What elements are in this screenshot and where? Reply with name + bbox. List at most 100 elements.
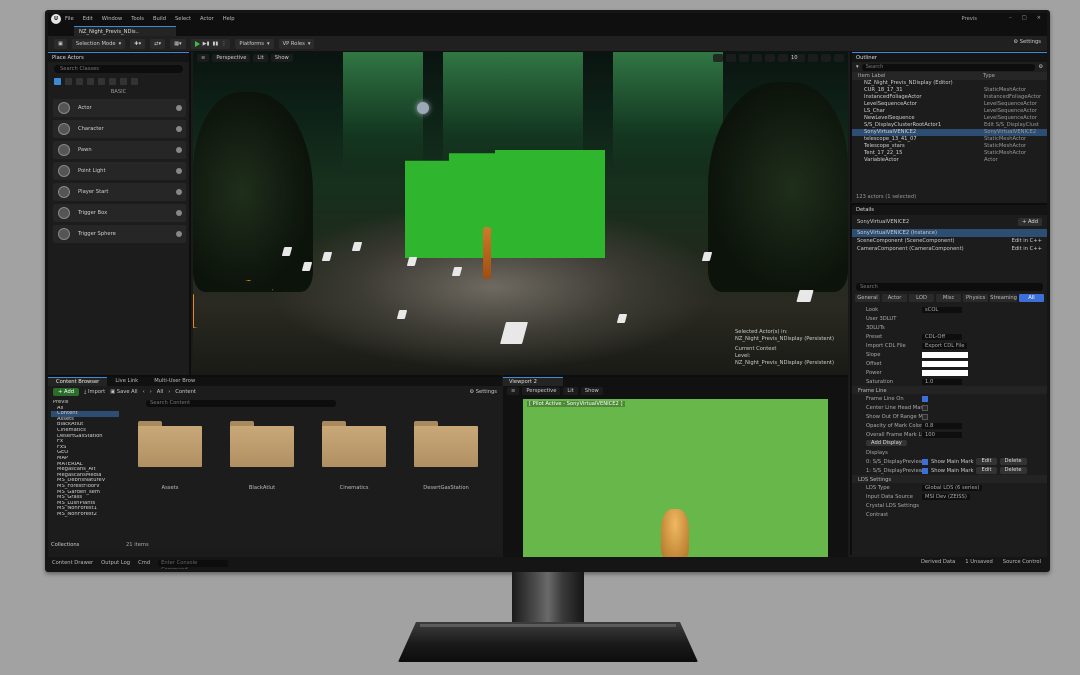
visual-effects-icon[interactable]	[109, 78, 116, 85]
sprite-icon[interactable]	[616, 314, 628, 323]
place-pawn-item[interactable]: Pawn	[53, 141, 186, 159]
property-checkbox[interactable]	[922, 404, 928, 411]
tab-live-link[interactable]: Live Link	[107, 377, 146, 386]
info-icon[interactable]	[176, 231, 182, 237]
viewport-2-lit-button[interactable]: Lit	[563, 387, 578, 395]
path-content[interactable]: Content	[175, 389, 196, 395]
skip-icon[interactable]: ▶▮	[203, 41, 210, 47]
menu-actor[interactable]: Actor	[200, 16, 214, 22]
blueprint-icon[interactable]: ⇄▾	[150, 38, 166, 49]
outliner-row[interactable]: Telescope_stars StaticMeshActor	[852, 143, 1047, 150]
delete-display-button[interactable]: Delete	[999, 467, 1027, 474]
camera-speed-icon[interactable]	[821, 54, 831, 62]
property-checkbox[interactable]	[922, 413, 928, 420]
viewport-2-tab[interactable]: Viewport 2	[503, 377, 563, 386]
details-tab[interactable]: Physics	[963, 294, 989, 302]
tab-content-browser[interactable]: Content Browser	[48, 377, 108, 386]
recent-icon[interactable]	[54, 78, 61, 85]
edit-in-cpp-link[interactable]: Edit in C++	[1012, 245, 1042, 253]
outliner-row[interactable]: CUR_18_17_31 StaticMeshActor	[852, 87, 1047, 94]
viewport-menu-icon[interactable]: ≡	[197, 54, 210, 62]
details-tab[interactable]: Misc	[936, 294, 962, 302]
console-command-input[interactable]: Enter Console Command	[158, 559, 229, 569]
sprite-icon[interactable]	[451, 267, 463, 276]
folder-item[interactable]: BlackAtlut	[230, 421, 294, 491]
place-trigger-box-item[interactable]: Trigger Box	[53, 204, 186, 222]
lit-button[interactable]: Lit	[253, 54, 268, 62]
place-actor-item[interactable]: Actor	[53, 99, 186, 117]
outliner-row[interactable]: LS_Char LevelSequenceActor	[852, 108, 1047, 115]
outliner-row[interactable]: SonyVirtualVENICE2 SonyVirtualVENICE2	[852, 129, 1047, 136]
cinematics-icon[interactable]: ▦▾	[170, 38, 186, 49]
place-trigger-sphere-item[interactable]: Trigger Sphere	[53, 225, 186, 243]
basic-icon[interactable]	[65, 78, 72, 85]
color-swatch[interactable]	[922, 369, 968, 376]
info-icon[interactable]	[176, 105, 182, 111]
play-icon[interactable]	[194, 40, 200, 47]
platforms-dropdown[interactable]: Platforms ▾	[235, 38, 274, 49]
sprite-icon[interactable]	[796, 290, 814, 302]
menu-window[interactable]: Window	[102, 16, 122, 22]
sprite-icon[interactable]	[321, 252, 333, 261]
property-value[interactable]: MSI Dev (ZEISS)	[922, 493, 970, 500]
property-value[interactable]: 0.8	[922, 422, 962, 429]
outliner-row[interactable]: telescope_13_41_07 StaticMeshActor	[852, 136, 1047, 143]
select-mode-icon[interactable]	[713, 54, 723, 62]
volumes-icon[interactable]	[120, 78, 127, 85]
lights-icon[interactable]	[76, 78, 83, 85]
outliner-search[interactable]: Search	[861, 64, 1036, 71]
viewport-2-show-button[interactable]: Show	[580, 387, 603, 395]
output-log-button[interactable]: Output Log	[101, 560, 130, 566]
place-actors-search[interactable]: Search Classes	[54, 65, 183, 73]
path-all[interactable]: All	[157, 389, 163, 395]
save-icon[interactable]: ▣	[54, 38, 67, 49]
info-icon[interactable]	[176, 147, 182, 153]
outliner-row[interactable]: Tent_17_22_15 StaticMeshActor	[852, 150, 1047, 157]
character-figure[interactable]	[483, 227, 491, 279]
place-character-item[interactable]: Character	[53, 120, 186, 138]
add-component-button[interactable]: + Add	[1017, 218, 1042, 226]
nav-forward-icon[interactable]: ›	[150, 389, 152, 395]
more-icon[interactable]: ⋮	[221, 41, 226, 47]
source-control-button[interactable]: Source Control	[1003, 559, 1041, 565]
outliner-row[interactable]: InstancedFoliageActor InstancedFoliageAct…	[852, 94, 1047, 101]
property-value[interactable]: 1.0	[922, 378, 962, 385]
color-swatch[interactable]	[922, 351, 968, 358]
property-value[interactable]: 100	[922, 431, 962, 438]
menu-build[interactable]: Build	[153, 16, 166, 22]
folder-item[interactable]: DesertGasStation	[414, 421, 478, 491]
outliner-row[interactable]: S/S_DisplayClusterRootActor1 Edit S/S_Dis…	[852, 122, 1047, 129]
minimize-icon[interactable]: –	[1009, 15, 1012, 21]
info-icon[interactable]	[176, 210, 182, 216]
tab-multi-user-browser[interactable]: Multi-User Brow	[146, 377, 203, 386]
outliner-row[interactable]: NewLevelSequence LevelSequenceActor	[852, 115, 1047, 122]
derived-data-button[interactable]: Derived Data	[921, 559, 955, 565]
show-button[interactable]: Show	[270, 54, 293, 62]
edit-display-button[interactable]: Edit	[976, 467, 997, 474]
details-tab[interactable]: Actor	[882, 294, 908, 302]
col-item-label[interactable]: Item Label	[858, 73, 983, 79]
filter-icon[interactable]: ▾	[856, 64, 859, 70]
cmd-dropdown[interactable]: Cmd	[138, 560, 150, 566]
details-search[interactable]: Search	[856, 283, 1043, 291]
level-tab[interactable]: NZ_Night_Previs_NDis..	[74, 26, 176, 36]
stop-icon[interactable]: ▮▮	[213, 41, 219, 47]
color-swatch[interactable]	[922, 360, 968, 367]
selection-mode-dropdown[interactable]: Selection Mode ▾	[71, 38, 126, 49]
sprite-icon[interactable]	[396, 310, 408, 319]
pilot-camera-view[interactable]: [ Pilot Active - SonyVirtualVENICE2 ]	[523, 399, 828, 559]
menu-edit[interactable]: Edit	[83, 16, 93, 22]
details-tab[interactable]: General	[855, 294, 881, 302]
content-search[interactable]: Search Content	[146, 400, 336, 407]
property-checkbox[interactable]	[922, 395, 928, 402]
content-drawer-button[interactable]: Content Drawer	[52, 560, 93, 566]
info-icon[interactable]	[176, 168, 182, 174]
add-button[interactable]: + Add	[53, 388, 80, 396]
cinematic-icon[interactable]	[98, 78, 105, 85]
maximize-icon[interactable]: □	[1022, 15, 1027, 21]
menu-tools[interactable]: Tools	[131, 16, 144, 22]
unsaved-button[interactable]: 1 Unsaved	[965, 559, 992, 565]
edit-display-button[interactable]: Edit	[976, 458, 997, 465]
component-row[interactable]: SceneComponent (SceneComponent) Edit in C…	[852, 237, 1047, 245]
settings-button[interactable]: ⚙ Settings	[1013, 39, 1041, 45]
